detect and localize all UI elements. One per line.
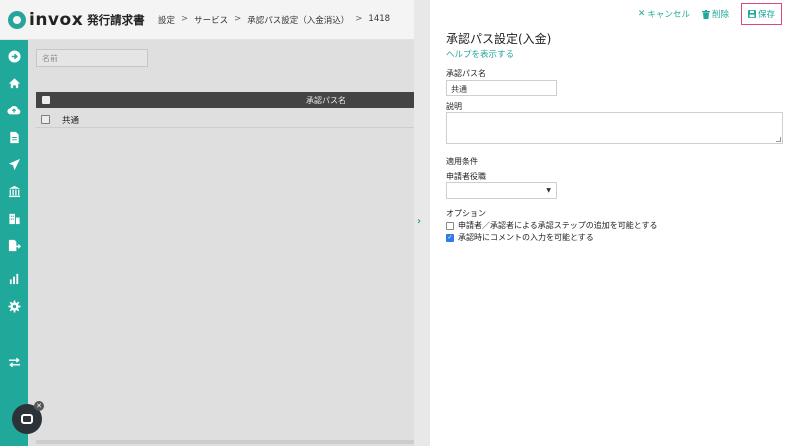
- approval-path-list: 名前 承認パス名 共通: [28, 40, 414, 446]
- chart-icon[interactable]: [6, 270, 22, 286]
- description-textarea[interactable]: [446, 112, 783, 144]
- breadcrumb-item[interactable]: 承認パス設定（入金消込）: [247, 14, 349, 26]
- logo-subtitle: 発行請求書: [87, 13, 145, 27]
- options-label: オプション: [446, 209, 486, 218]
- row-checkbox[interactable]: [41, 115, 50, 124]
- row-name-cell: 共通: [62, 116, 80, 126]
- gear-icon[interactable]: [6, 298, 22, 314]
- logo-text: invox: [29, 10, 84, 30]
- chat-icon: [21, 414, 33, 424]
- table-header: 承認パス名: [36, 92, 414, 108]
- app-logo[interactable]: invox 発行請求書: [8, 10, 145, 30]
- breadcrumb-separator: >: [181, 14, 189, 24]
- home-icon[interactable]: [6, 75, 22, 91]
- delete-label: 削除: [711, 10, 729, 20]
- close-icon: ✕: [637, 9, 646, 19]
- top-header: invox 発行請求書 設定 > サービス > 承認パス設定（入金消込） > 1…: [0, 0, 414, 40]
- delete-button[interactable]: 削除: [701, 8, 729, 20]
- trash-icon: [701, 9, 710, 19]
- document-icon[interactable]: [6, 129, 22, 145]
- breadcrumb: 設定 > サービス > 承認パス設定（入金消込） > 1418: [158, 14, 390, 26]
- sidebar: [0, 40, 28, 446]
- panel-title: 承認パス設定(入金): [446, 32, 552, 46]
- column-header-name[interactable]: 承認パス名: [306, 95, 346, 106]
- option-allow-comment[interactable]: ✓ 承認時にコメントの入力を可能とする: [446, 232, 594, 243]
- name-search-input[interactable]: 名前: [36, 49, 148, 67]
- breadcrumb-separator: >: [234, 14, 242, 24]
- description-label: 説明: [446, 102, 462, 111]
- arrow-right-icon[interactable]: [6, 48, 22, 64]
- path-name-input[interactable]: 共通: [446, 80, 557, 96]
- save-icon: [747, 10, 756, 18]
- option-checkbox[interactable]: [446, 221, 454, 230]
- edit-panel: ✕ キャンセル 削除 保存 承認パス設定(入金) ヘルプを表示する 承認パス名 …: [430, 0, 800, 446]
- breadcrumb-separator: >: [355, 14, 363, 24]
- help-link[interactable]: ヘルプを表示する: [446, 48, 514, 60]
- table-row[interactable]: 共通: [36, 110, 414, 128]
- applicant-role-select[interactable]: ▼: [446, 182, 557, 199]
- horizontal-scrollbar[interactable]: [36, 440, 414, 444]
- save-label: 保存: [757, 10, 775, 20]
- breadcrumb-item-current: 1418: [368, 14, 391, 24]
- chat-close-icon[interactable]: ✕: [34, 401, 44, 411]
- path-name-label: 承認パス名: [446, 69, 486, 78]
- save-button[interactable]: 保存: [740, 3, 782, 25]
- panel-actions: ✕ キャンセル 削除 保存: [638, 0, 800, 28]
- select-all-checkbox[interactable]: [42, 96, 50, 104]
- logo-mark-icon: [8, 11, 26, 29]
- caret-down-icon: ▼: [546, 187, 551, 194]
- cancel-button[interactable]: ✕ キャンセル: [638, 8, 690, 20]
- cloud-upload-icon[interactable]: [6, 102, 22, 118]
- breadcrumb-item[interactable]: 設定: [158, 14, 175, 26]
- send-icon[interactable]: [6, 156, 22, 172]
- option-allow-add-step[interactable]: 申請者／承認者による承認ステップの追加を可能とする: [446, 220, 658, 231]
- building-icon[interactable]: [6, 210, 22, 226]
- bank-icon[interactable]: [6, 183, 22, 199]
- option-checkbox-checked[interactable]: ✓: [446, 233, 454, 242]
- conditions-label: 適用条件: [446, 157, 478, 166]
- breadcrumb-item[interactable]: サービス: [194, 14, 228, 26]
- export-icon[interactable]: [6, 237, 22, 253]
- cancel-label: キャンセル: [647, 10, 690, 20]
- transfer-icon[interactable]: [6, 354, 22, 370]
- applicant-role-label: 申請者役職: [446, 172, 486, 181]
- chevron-right-icon[interactable]: ›: [417, 216, 421, 227]
- option-label: 申請者／承認者による承認ステップの追加を可能とする: [458, 221, 658, 230]
- resize-handle[interactable]: [776, 137, 781, 142]
- option-label: 承認時にコメントの入力を可能とする: [458, 233, 594, 242]
